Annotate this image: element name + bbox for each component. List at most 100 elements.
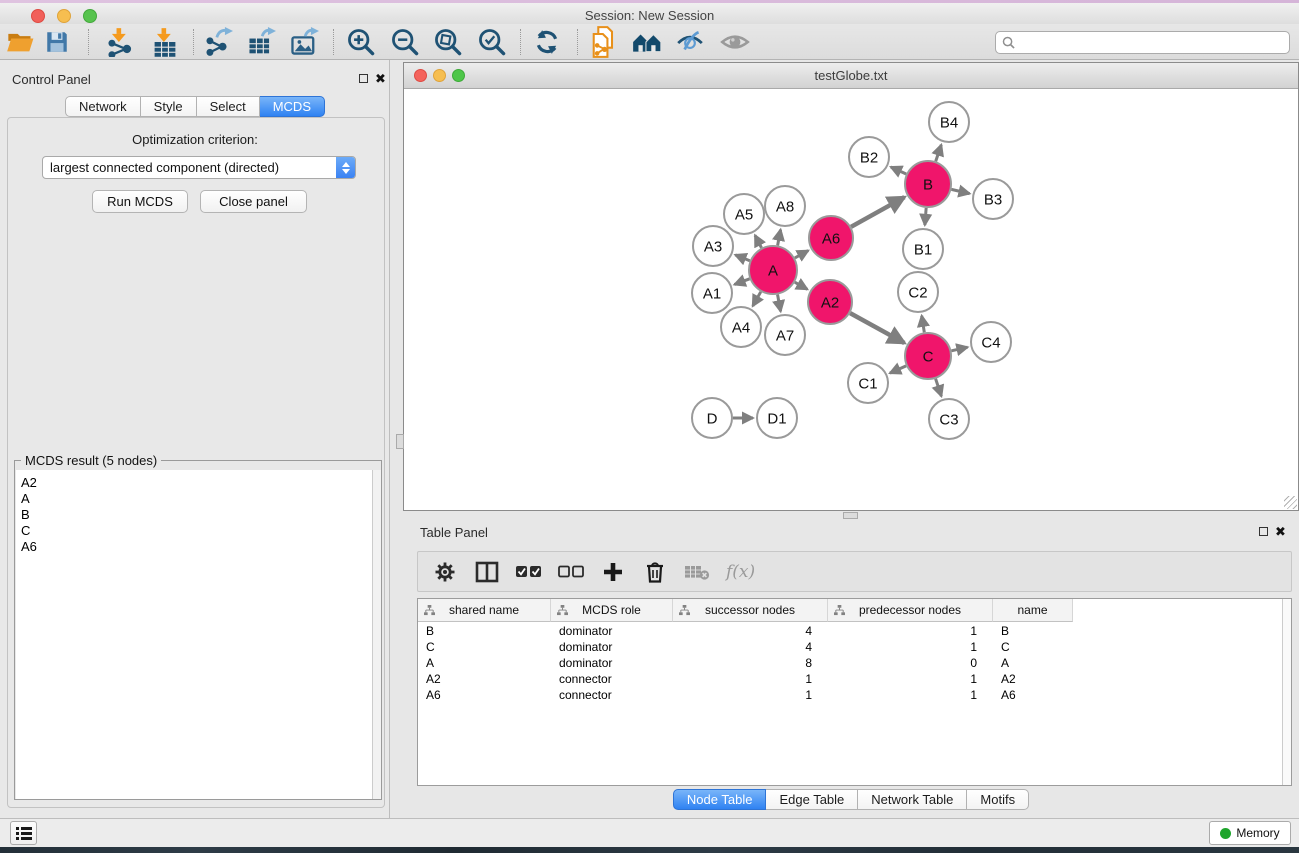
table-cell[interactable]: C (993, 639, 1073, 655)
table-cell[interactable]: 1 (673, 687, 828, 703)
tab-motifs[interactable]: Motifs (967, 789, 1029, 810)
delete-column-button[interactable] (642, 559, 668, 585)
refresh-view-button[interactable] (531, 27, 563, 57)
table-cell[interactable]: 1 (828, 623, 993, 639)
tab-node-table[interactable]: Node Table (673, 789, 767, 810)
delete-table-button[interactable] (684, 559, 710, 585)
vertical-splitter-grip[interactable] (396, 434, 404, 449)
edge-B-B4[interactable] (936, 145, 942, 162)
table-row[interactable]: Adominator80A (418, 655, 1073, 671)
tab-edge-table[interactable]: Edge Table (766, 789, 858, 810)
edge-B-B1[interactable] (925, 208, 926, 225)
table-cell[interactable]: A (993, 655, 1073, 671)
table-cell[interactable]: dominator (551, 623, 673, 639)
table-settings-button[interactable] (432, 559, 458, 585)
table-cell[interactable]: A2 (993, 671, 1073, 687)
table-cell[interactable]: 1 (828, 671, 993, 687)
run-mcds-button[interactable]: Run MCDS (92, 190, 188, 213)
result-item-c[interactable]: C (16, 523, 381, 539)
table-cell[interactable]: dominator (551, 639, 673, 655)
table-cell[interactable]: A (418, 655, 551, 671)
horizontal-splitter-grip[interactable] (843, 512, 858, 519)
zoom-selected-button[interactable] (476, 27, 508, 57)
export-image-button[interactable] (288, 27, 320, 57)
float-panel-icon[interactable] (359, 74, 368, 83)
table-cell[interactable]: A6 (418, 687, 551, 703)
result-item-b[interactable]: B (16, 507, 381, 523)
table-scrollbar[interactable] (1282, 599, 1291, 785)
export-network-button[interactable] (202, 27, 234, 57)
table-cell[interactable]: A6 (993, 687, 1073, 703)
table-cell[interactable]: B (418, 623, 551, 639)
edge-A-A1[interactable] (734, 279, 749, 285)
close-panel-icon[interactable]: ✖ (375, 71, 386, 87)
export-table-button[interactable] (245, 27, 277, 57)
zoom-out-button[interactable] (389, 27, 421, 57)
search-input[interactable] (1019, 35, 1289, 51)
criterion-dropdown[interactable]: largest connected component (directed) (42, 156, 356, 179)
edge-A-A4[interactable] (753, 292, 761, 306)
table-cell[interactable]: 4 (673, 639, 828, 655)
column-header-successor-nodes[interactable]: successor nodes (673, 599, 828, 622)
table-cell[interactable]: 1 (828, 687, 993, 703)
edge-A2-C[interactable] (850, 313, 904, 343)
table-cell[interactable]: connector (551, 671, 673, 687)
import-network-button[interactable] (104, 27, 136, 57)
table-row[interactable]: Cdominator41C (418, 639, 1073, 655)
result-item-a[interactable]: A (16, 491, 381, 507)
task-history-button[interactable] (10, 821, 37, 845)
zoom-fit-button[interactable] (432, 27, 464, 57)
network-window-titlebar[interactable]: testGlobe.txt (404, 63, 1298, 89)
tab-style[interactable]: Style (141, 96, 197, 117)
table-cell[interactable]: connector (551, 687, 673, 703)
column-header-mcds-role[interactable]: MCDS role (551, 599, 673, 622)
memory-button[interactable]: Memory (1209, 821, 1291, 845)
edge-A6-B[interactable] (851, 197, 904, 227)
tab-network[interactable]: Network (65, 96, 141, 117)
table-cell[interactable]: 1 (673, 671, 828, 687)
edge-C-C4[interactable] (951, 347, 967, 351)
resize-grip-icon[interactable] (1284, 496, 1297, 509)
table-row[interactable]: A6connector11A6 (418, 687, 1073, 703)
edge-A-A5[interactable] (755, 235, 761, 247)
table-cell[interactable]: C (418, 639, 551, 655)
table-cell[interactable]: 8 (673, 655, 828, 671)
select-all-columns-button[interactable] (516, 559, 542, 585)
edge-C-C3[interactable] (936, 379, 942, 396)
tab-mcds[interactable]: MCDS (260, 96, 325, 117)
function-builder-button[interactable]: f(x) (726, 562, 755, 582)
edge-B-B2[interactable] (891, 167, 906, 174)
tab-select[interactable]: Select (197, 96, 260, 117)
edge-A-A6[interactable] (795, 251, 808, 258)
network-canvas[interactable]: AA1A2A3A4A5A6A7A8BB1B2B3B4CC1C2C3C4DD1 (404, 89, 1298, 510)
table-close-icon[interactable]: ✖ (1275, 524, 1286, 540)
column-header-shared-name[interactable]: shared name (418, 599, 551, 622)
main-titlebar[interactable]: Session: New Session (0, 3, 1299, 24)
import-table-button[interactable] (149, 27, 181, 57)
column-header-name[interactable]: name (993, 599, 1073, 622)
table-row[interactable]: A2connector11A2 (418, 671, 1073, 687)
edge-C-C1[interactable] (890, 366, 906, 373)
table-cell[interactable]: 0 (828, 655, 993, 671)
table-float-icon[interactable] (1259, 527, 1268, 536)
tab-network-table[interactable]: Network Table (858, 789, 967, 810)
close-panel-button[interactable]: Close panel (200, 190, 307, 213)
hide-view-button[interactable] (674, 27, 706, 57)
table-cell[interactable]: A2 (418, 671, 551, 687)
clone-network-button[interactable] (588, 27, 620, 57)
open-session-button[interactable] (4, 27, 36, 57)
edge-C-C2[interactable] (922, 316, 925, 333)
save-session-button[interactable] (41, 27, 73, 57)
result-item-a2[interactable]: A2 (16, 475, 381, 491)
table-cell[interactable]: dominator (551, 655, 673, 671)
edge-A-A7[interactable] (778, 295, 781, 312)
table-cell[interactable]: B (993, 623, 1073, 639)
result-item-a6[interactable]: A6 (16, 539, 381, 555)
network-window[interactable]: testGlobe.txt AA1A2A3A4A5A6A7A8BB1B2B3B4… (403, 62, 1299, 511)
create-column-button[interactable] (600, 559, 626, 585)
edge-A-A8[interactable] (778, 230, 781, 246)
result-scrollbar[interactable] (372, 470, 381, 799)
home-button[interactable] (631, 27, 663, 57)
edge-A-A2[interactable] (795, 282, 808, 289)
show-view-button[interactable] (719, 27, 751, 57)
